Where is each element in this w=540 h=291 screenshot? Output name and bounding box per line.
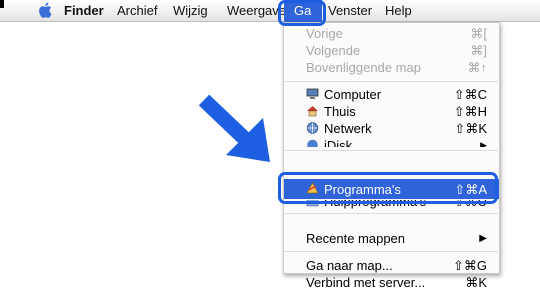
pointer-arrow-icon: [198, 94, 270, 162]
menu-help[interactable]: Help: [385, 3, 412, 18]
menu-item-back[interactable]: Vorige ⌘[: [284, 25, 499, 42]
menu-item-idisk[interactable]: iDisk ▶: [284, 137, 499, 147]
menu-bar: Finder Archief Wijzig Weergave Ga Venste…: [0, 0, 540, 22]
idisk-icon: [307, 139, 318, 147]
menu-finder[interactable]: Finder: [64, 3, 104, 18]
menu-item-go-to-folder[interactable]: Ga naar map... ⇧⌘G: [284, 257, 499, 274]
menu-separator: [285, 213, 498, 214]
menu-wijzig[interactable]: Wijzig: [173, 3, 208, 18]
menu-item-connect-to-server[interactable]: Verbind met server... ⌘K: [284, 274, 499, 291]
network-icon: [306, 122, 319, 134]
applications-callout-box: [278, 172, 498, 204]
apple-icon[interactable]: [38, 1, 54, 19]
menu-separator: [285, 81, 498, 82]
menu-archief[interactable]: Archief: [117, 3, 157, 18]
screen-corner: [0, 0, 4, 8]
go-menu-dropdown: Vorige ⌘[ Volgende ⌘] Bovenliggende map …: [283, 22, 500, 290]
menu-venster[interactable]: Venster: [328, 3, 372, 18]
submenu-arrow-icon: ▶: [479, 233, 487, 244]
computer-icon: [306, 88, 319, 99]
menu-separator: [285, 150, 498, 151]
menu-separator: [285, 251, 498, 252]
menu-item-home[interactable]: Thuis ⇧⌘H: [284, 103, 499, 120]
menu-item-network[interactable]: Netwerk ⇧⌘K: [284, 120, 499, 137]
home-icon: [307, 106, 318, 117]
menu-item-forward[interactable]: Volgende ⌘]: [284, 42, 499, 59]
ga-menu-callout-box: [278, 0, 326, 26]
menu-item-recent-folders[interactable]: Recente mappen ▶: [284, 230, 499, 247]
menu-item-computer[interactable]: Computer ⇧⌘C: [284, 86, 499, 103]
menu-item-enclosing-folder[interactable]: Bovenliggende map ⌘↑: [284, 59, 499, 76]
